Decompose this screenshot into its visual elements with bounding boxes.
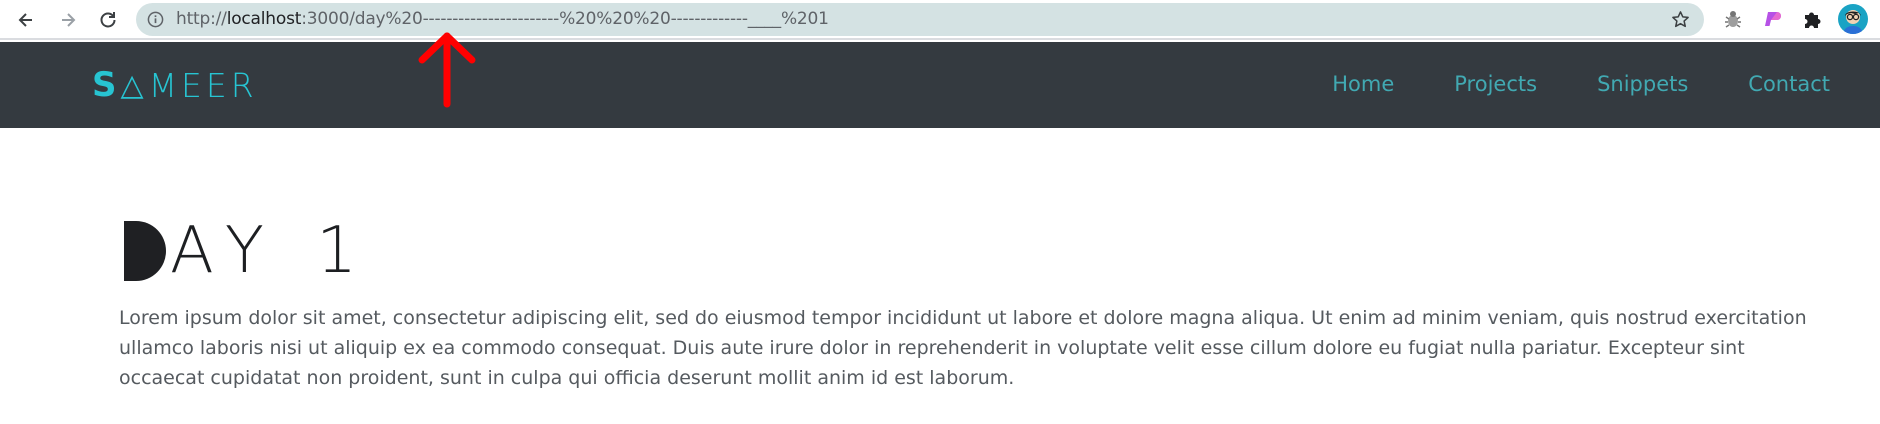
forward-arrow-icon	[62, 13, 76, 27]
url-prefix: http://	[176, 9, 227, 29]
reload-icon	[100, 12, 116, 28]
purple-extension-icon[interactable]	[1761, 8, 1783, 30]
annotation-arrow	[418, 32, 476, 108]
profile-avatar[interactable]	[1838, 4, 1868, 34]
address-bar[interactable]: http://localhost:3000/day%20------------…	[136, 3, 1704, 36]
site-logo[interactable]: S △ MEER	[92, 62, 258, 108]
site-header: S △ MEER Home Projects Snippets Contact	[0, 42, 1880, 128]
nav-projects[interactable]: Projects	[1454, 72, 1537, 96]
nav-snippets[interactable]: Snippets	[1597, 72, 1688, 96]
back-arrow-icon	[18, 13, 32, 27]
logo-triangle: △	[120, 67, 144, 103]
puzzle-icon[interactable]	[1801, 8, 1823, 30]
browser-toolbar: http://localhost:3000/day%20------------…	[0, 0, 1880, 40]
logo-letter-s: S	[92, 65, 117, 105]
bug-extension-icon[interactable]	[1722, 8, 1744, 30]
info-icon[interactable]	[147, 11, 164, 28]
heading-d-shape	[124, 221, 166, 281]
main-nav: Home Projects Snippets Contact	[1272, 72, 1830, 96]
nav-contact[interactable]: Contact	[1748, 72, 1830, 96]
url-path: :3000/day%20-----------------------%20%2…	[301, 9, 829, 29]
back-button[interactable]	[12, 6, 40, 34]
page-title-text: AY 1	[170, 214, 373, 288]
star-icon[interactable]	[1671, 10, 1690, 29]
page-title: AY 1	[124, 218, 373, 284]
logo-text: MEER	[148, 65, 258, 105]
url-host: localhost	[226, 9, 302, 29]
reload-button[interactable]	[94, 6, 122, 34]
nav-home[interactable]: Home	[1332, 72, 1394, 96]
forward-button[interactable]	[54, 6, 82, 34]
body-paragraph: Lorem ipsum dolor sit amet, consectetur …	[119, 307, 1807, 389]
url-text: http://localhost:3000/day%20------------…	[176, 9, 829, 29]
